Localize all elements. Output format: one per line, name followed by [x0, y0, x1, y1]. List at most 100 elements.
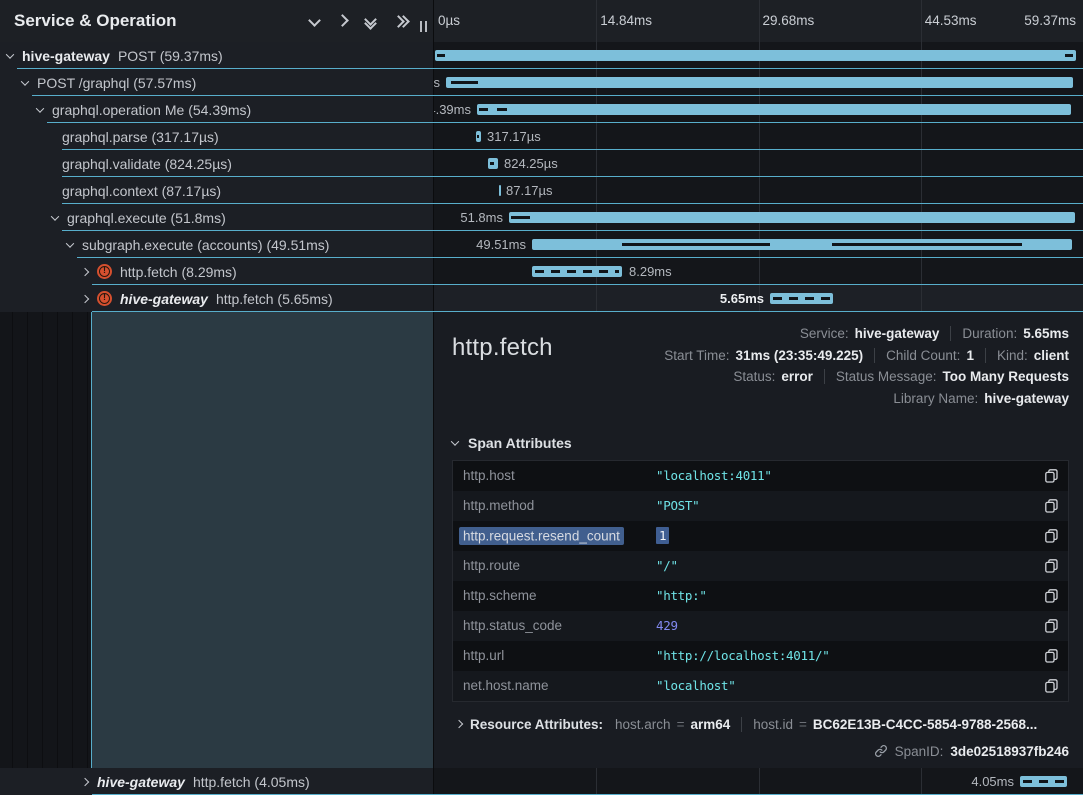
copy-icon[interactable] — [1045, 619, 1058, 633]
kind-value: client — [1034, 346, 1069, 365]
page-title: Service & Operation — [14, 11, 310, 31]
span-row-http-fetch-565-selected[interactable]: hive-gateway http.fetch (5.65ms) 5.65ms — [0, 285, 1083, 312]
span-row-http-fetch-405[interactable]: hive-gateway http.fetch (4.05ms) 4.05ms — [0, 768, 1083, 795]
span-label-cell: POST /graphql (57.57ms) — [0, 69, 434, 96]
attribute-value: "POST" — [656, 498, 1045, 513]
start-time-label: Start Time: — [664, 346, 729, 365]
attribute-key: net.host.name — [463, 678, 656, 693]
expand-caret-icon[interactable] — [81, 777, 89, 785]
resource-attributes-row[interactable]: Resource Attributes: host.arch = arm64 h… — [452, 717, 1069, 732]
duration-label: 5.65ms — [720, 285, 764, 312]
span-row-post-graphql[interactable]: POST /graphql (57.57ms) 57.57ms — [0, 69, 1083, 96]
span-timeline-cell: 57.57ms — [434, 69, 1083, 96]
detail-span-title: http.fetch — [452, 334, 553, 408]
operation-name: POST (59.37ms) — [118, 48, 223, 64]
span-timeline-cell: 8.29ms — [434, 258, 1083, 285]
expand-one-icon[interactable] — [338, 12, 347, 30]
axis-tick: 0µs — [438, 0, 460, 42]
resource-key: host.arch — [615, 717, 671, 732]
operation-name: http.fetch (8.29ms) — [120, 264, 237, 280]
span-timeline-cell: 5.65ms — [434, 285, 1083, 312]
resource-attributes-title: Resource Attributes: — [470, 717, 603, 732]
span-bar[interactable] — [1020, 776, 1067, 787]
span-label-cell: graphql.context (87.17µs) — [0, 177, 434, 204]
copy-icon[interactable] — [1045, 649, 1058, 663]
span-bar[interactable] — [532, 239, 1072, 250]
span-row-graphql-operation[interactable]: graphql.operation Me (54.39ms) 54.39ms — [0, 96, 1083, 123]
middle-region: http.fetch Service: hive-gateway Duratio… — [0, 312, 1083, 768]
span-bar[interactable] — [499, 185, 501, 196]
span-row-graphql-validate[interactable]: graphql.validate (824.25µs) 824.25µs — [0, 150, 1083, 177]
attribute-value: "/" — [656, 558, 1045, 573]
attribute-row: http.route "/" — [453, 551, 1068, 581]
duration-value: 5.65ms — [1023, 324, 1069, 343]
span-row-graphql-context[interactable]: graphql.context (87.17µs) 87.17µs — [0, 177, 1083, 204]
span-row-subgraph-execute[interactable]: subgraph.execute (accounts) (49.51ms) 49… — [0, 231, 1083, 258]
copy-icon[interactable] — [1045, 469, 1058, 483]
span-row-http-fetch-829[interactable]: http.fetch (8.29ms) 8.29ms — [0, 258, 1083, 285]
span-row-hive-gateway-post[interactable]: hive-gateway POST (59.37ms) — [0, 42, 1083, 69]
header-row: Service & Operation 0µs 14.84ms 29.68ms … — [0, 0, 1083, 42]
attribute-key: http.status_code — [463, 618, 656, 633]
child-count-value: 1 — [966, 346, 974, 365]
span-timeline-cell: 54.39ms — [434, 96, 1083, 123]
start-time-value: 31ms (23:35:49.225) — [736, 346, 864, 365]
attribute-row: net.host.name "localhost" — [453, 671, 1068, 701]
attribute-row: http.method "POST" — [453, 491, 1068, 521]
service-label: Service: — [800, 324, 849, 343]
trace-viewer-window: Service & Operation 0µs 14.84ms 29.68ms … — [0, 0, 1083, 795]
span-label-cell: hive-gateway http.fetch (4.05ms) — [0, 768, 434, 795]
selected-span-region — [91, 312, 433, 768]
span-bar[interactable] — [446, 77, 1073, 88]
status-value: error — [781, 367, 813, 386]
copy-icon[interactable] — [1045, 529, 1058, 543]
status-message-value: Too Many Requests — [942, 367, 1069, 386]
collapse-caret-icon[interactable] — [6, 50, 14, 58]
collapse-caret-icon[interactable] — [36, 104, 44, 112]
span-attributes-table: http.host "localhost:4011" http.method "… — [452, 460, 1069, 702]
collapse-caret-icon[interactable] — [21, 77, 29, 85]
span-bar[interactable] — [435, 50, 1076, 61]
expand-all-icon[interactable] — [394, 17, 408, 26]
expand-caret-icon[interactable] — [81, 267, 89, 275]
attribute-key-highlighted: http.request.resend_count — [459, 527, 624, 545]
span-row-graphql-parse[interactable]: graphql.parse (317.17µs) 317.17µs — [0, 123, 1083, 150]
attribute-value: 429 — [656, 618, 1045, 633]
child-count-label: Child Count: — [886, 346, 960, 365]
attribute-key: http.route — [463, 558, 656, 573]
span-bar[interactable] — [477, 104, 1071, 115]
resource-value: arm64 — [690, 717, 730, 732]
axis-tick: 29.68ms — [763, 0, 815, 42]
collapse-caret-icon[interactable] — [51, 212, 59, 220]
collapse-all-icon[interactable] — [366, 15, 375, 28]
status-label: Status: — [733, 367, 775, 386]
span-id-row: SpanID: 3de02518937fb246 — [452, 744, 1069, 759]
duration-label: 824.25µs — [504, 150, 558, 177]
copy-icon[interactable] — [1045, 499, 1058, 513]
operation-name: http.fetch (5.65ms) — [216, 291, 333, 307]
attribute-row: http.url "http://localhost:4011/" — [453, 641, 1068, 671]
attribute-key: http.scheme — [463, 588, 656, 603]
span-bar[interactable] — [488, 158, 498, 169]
span-bar[interactable] — [770, 293, 833, 304]
expand-caret-icon — [455, 720, 463, 728]
copy-icon[interactable] — [1045, 589, 1058, 603]
collapse-caret-icon[interactable] — [66, 239, 74, 247]
copy-icon[interactable] — [1045, 559, 1058, 573]
span-bar[interactable] — [532, 266, 622, 277]
span-bar[interactable] — [509, 212, 1075, 223]
copy-icon[interactable] — [1045, 679, 1058, 693]
attribute-value: "localhost" — [656, 678, 1045, 693]
panel-resize-handle-icon[interactable] — [420, 21, 427, 32]
expand-caret-icon[interactable] — [81, 294, 89, 302]
link-icon[interactable] — [874, 744, 888, 758]
equals-sign: = — [799, 717, 807, 732]
collapse-one-icon[interactable] — [310, 12, 319, 30]
span-row-graphql-execute[interactable]: graphql.execute (51.8ms) 51.8ms — [0, 204, 1083, 231]
operation-name: graphql.parse (317.17µs) — [62, 129, 219, 145]
span-attributes-section-header[interactable]: Span Attributes — [452, 435, 1069, 451]
collapse-caret-icon — [451, 437, 459, 445]
attribute-row: http.scheme "http:" — [453, 581, 1068, 611]
duration-label: 57.57ms — [434, 69, 440, 96]
span-bar[interactable] — [476, 131, 481, 142]
